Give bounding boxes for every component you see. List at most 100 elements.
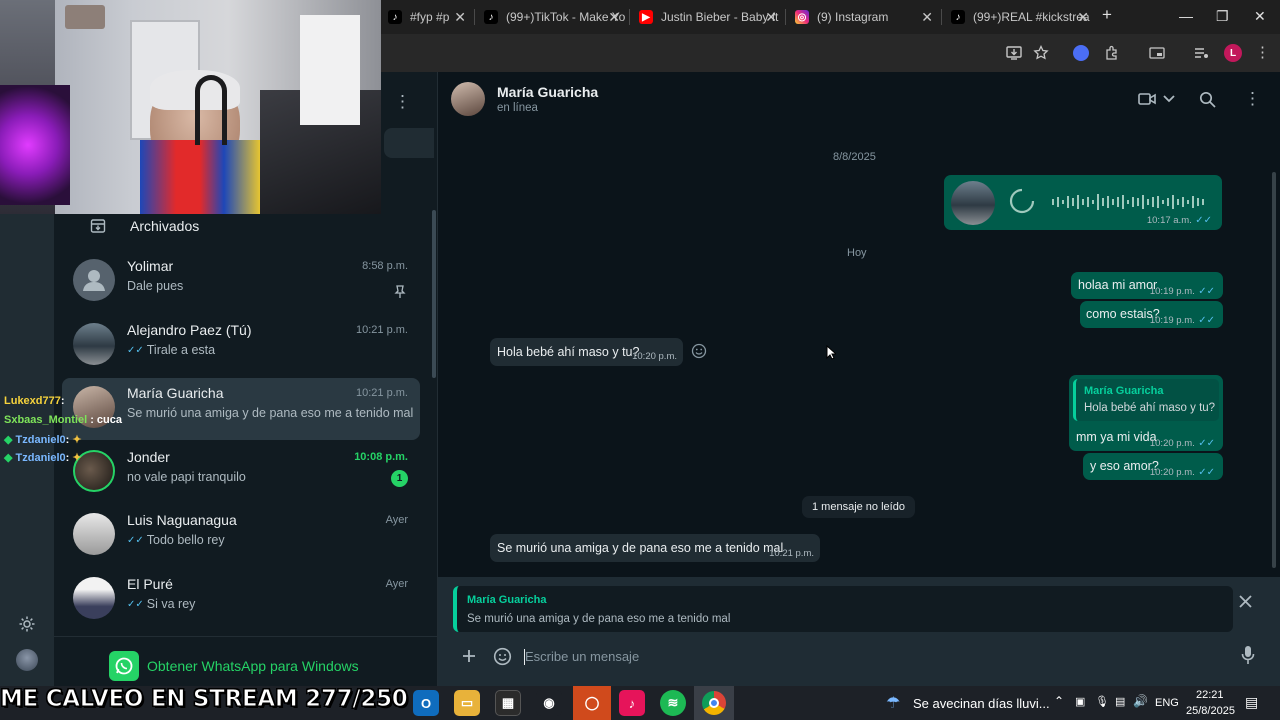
contact-name[interactable]: María Guaricha	[497, 84, 598, 100]
browser-tab-youtube[interactable]: ▶ Justin Bieber - Baby ft ✕	[631, 4, 783, 30]
extensions-puzzle-icon[interactable]	[1104, 45, 1120, 61]
file-explorer-icon[interactable]: ▭	[454, 690, 480, 716]
maximize-button[interactable]: ❐	[1216, 8, 1229, 25]
obs-icon[interactable]: ◉	[536, 690, 562, 716]
reply-preview: María Guaricha Se murió una amiga y de p…	[453, 586, 1233, 632]
close-tab-icon[interactable]: ✕	[921, 9, 933, 26]
archived-label: Archivados	[130, 218, 200, 234]
chat-preview: ✓✓ Todo bello rey	[127, 533, 225, 547]
browser-tab-instagram[interactable]: ◎ (9) Instagram ✕	[787, 4, 939, 30]
browser-menu-icon[interactable]: ⋮	[1255, 43, 1270, 61]
reply-message-bubble[interactable]: María Guaricha Hola bebé ahí maso y tu? …	[1069, 375, 1223, 451]
read-ticks-icon: ✓✓	[1198, 438, 1215, 449]
weather-icon[interactable]: ☂	[886, 693, 900, 713]
menu-dots-icon[interactable]: ⋮	[394, 92, 411, 112]
close-tab-icon[interactable]: ✕	[1077, 9, 1089, 26]
cast-icon[interactable]	[1149, 45, 1165, 61]
chat-preview: ✓✓ Tirale a esta	[127, 343, 216, 357]
chat-menu-icon[interactable]: ⋮	[1244, 89, 1261, 109]
chat-item-el-pure[interactable]: El Puré Ayer ✓✓ Si va rey	[62, 569, 420, 631]
audio-waveform[interactable]	[1051, 192, 1209, 212]
overlay-chat-line: ◆ Tzdaniel0: ✦	[4, 434, 82, 446]
chrome-icon[interactable]	[694, 686, 734, 720]
install-app-icon[interactable]	[1006, 45, 1022, 61]
language-indicator[interactable]: ENG	[1155, 697, 1179, 709]
close-tab-icon[interactable]: ✕	[454, 9, 466, 26]
get-whatsapp-link[interactable]: Obtener WhatsApp para Windows	[109, 651, 359, 681]
microsoft-store-icon[interactable]: ▦	[495, 690, 521, 716]
chat-item-maria-guaricha[interactable]: María Guaricha 10:21 p.m. Se murió una a…	[62, 378, 420, 440]
user-avatar[interactable]	[16, 649, 38, 671]
volume-icon[interactable]: 🔊	[1133, 694, 1148, 708]
new-tab-button[interactable]: +	[1102, 5, 1112, 25]
clock-date[interactable]: 25/8/2025	[1186, 705, 1235, 717]
youtube-icon: ▶	[639, 10, 653, 24]
composer-area: María Guaricha Se murió una amiga y de p…	[438, 577, 1280, 692]
chevron-up-icon[interactable]: ⌃	[1054, 694, 1064, 708]
extension-icon[interactable]	[1073, 45, 1089, 61]
chat-item-jonder[interactable]: Jonder 10:08 p.m. no vale papi tranquilo…	[62, 442, 420, 504]
close-reply-icon[interactable]	[1239, 595, 1252, 608]
chat-time: 10:08 p.m.	[354, 451, 408, 463]
conversation-scrollbar[interactable]	[1272, 172, 1276, 568]
weather-text[interactable]: Se avecinan días lluvi...	[913, 696, 1050, 711]
read-ticks-icon: ✓✓	[127, 534, 144, 546]
archived-row[interactable]: Archivados	[54, 212, 430, 240]
profile-avatar[interactable]: L	[1224, 44, 1242, 62]
emoji-reaction-icon[interactable]	[691, 343, 707, 359]
close-tab-icon[interactable]: ✕	[608, 9, 620, 26]
close-window-button[interactable]: ✕	[1254, 8, 1266, 25]
tiktok-icon: ♪	[951, 10, 965, 24]
chat-time: 10:21 p.m.	[356, 324, 408, 336]
browser-tab-kick[interactable]: ♪ (99+)REAL #kickstrea ✕	[943, 4, 1095, 30]
profile-photo	[73, 513, 115, 555]
browser-tab-tiktok[interactable]: ♪ (99+)TikTok - Make Yo ✕	[476, 4, 626, 30]
chevron-down-icon[interactable]	[1163, 94, 1175, 104]
attach-plus-icon[interactable]	[462, 649, 476, 663]
chat-time: 10:21 p.m.	[356, 387, 408, 399]
get-app-footer: Obtener WhatsApp para Windows	[54, 636, 437, 692]
chat-item-yolimar[interactable]: Yolimar 8:58 p.m. Dale pues	[62, 251, 420, 313]
notifications-icon[interactable]: ▤	[1245, 694, 1258, 711]
browser-tab-fyp[interactable]: ♪ #fyp #p ✕	[380, 4, 472, 30]
microphone-icon[interactable]	[1241, 645, 1255, 665]
read-ticks-icon: ✓✓	[1198, 467, 1215, 478]
message-input[interactable]: Escribe un mensaje	[524, 643, 1224, 669]
settings-gear-icon[interactable]	[18, 615, 36, 633]
message-bubble-in[interactable]: Se murió una amiga y de pana eso me a te…	[490, 534, 820, 562]
chat-item-alejandro[interactable]: Alejandro Paez (Tú) 10:21 p.m. ✓✓ Tirale …	[62, 315, 420, 377]
search-icon[interactable]	[1199, 91, 1216, 108]
audio-message-bubble[interactable]: 10:17 a.m. ✓✓	[944, 175, 1222, 230]
quoted-message[interactable]: María Guaricha Hola bebé ahí maso y tu?	[1073, 379, 1219, 421]
clock-time[interactable]: 22:21	[1196, 689, 1224, 701]
loading-spinner-icon	[1009, 188, 1035, 214]
read-ticks-icon: ✓✓	[127, 344, 144, 356]
search-bar[interactable]	[384, 128, 434, 158]
tiktok-icon: ♪	[388, 10, 402, 24]
network-icon[interactable]: ▤	[1115, 695, 1125, 708]
tiktok-app-icon[interactable]: ♪	[619, 690, 645, 716]
minimize-button[interactable]: —	[1179, 8, 1193, 24]
opera-icon[interactable]: ◯	[573, 686, 611, 720]
spotify-icon[interactable]: ≋	[660, 690, 686, 716]
video-call-icon[interactable]	[1138, 92, 1156, 106]
chat-item-luis[interactable]: Luis Naguanagua Ayer ✓✓ Todo bello rey	[62, 505, 420, 567]
message-bubble-out[interactable]: como estais? 10:19 p.m. ✓✓	[1080, 301, 1223, 328]
default-avatar-icon	[73, 259, 115, 301]
message-bubble-out[interactable]: holaa mi amor 10:19 p.m. ✓✓	[1071, 272, 1223, 299]
tray-icon[interactable]: ▣	[1075, 695, 1085, 708]
close-tab-icon[interactable]: ✕	[765, 9, 777, 26]
sticker-emoji-icon[interactable]	[493, 647, 512, 666]
contact-avatar[interactable]	[451, 82, 485, 116]
chat-list-scrollbar[interactable]	[432, 210, 436, 378]
chat-time: Ayer	[385, 578, 408, 590]
message-bubble-in[interactable]: Hola bebé ahí maso y tu? 10:20 p.m.	[490, 338, 683, 366]
bookmark-star-icon[interactable]	[1033, 45, 1049, 61]
message-bubble-out[interactable]: y eso amor? 10:20 p.m. ✓✓	[1083, 453, 1223, 480]
microphone-tray-icon[interactable]: 🎙	[1095, 695, 1109, 708]
media-control-icon[interactable]	[1193, 45, 1209, 61]
read-ticks-icon: ✓✓	[1198, 286, 1215, 297]
chat-preview: ✓✓ Si va rey	[127, 597, 196, 611]
chat-name: Luis Naguanagua	[127, 512, 237, 528]
outlook-icon[interactable]: O	[413, 690, 439, 716]
